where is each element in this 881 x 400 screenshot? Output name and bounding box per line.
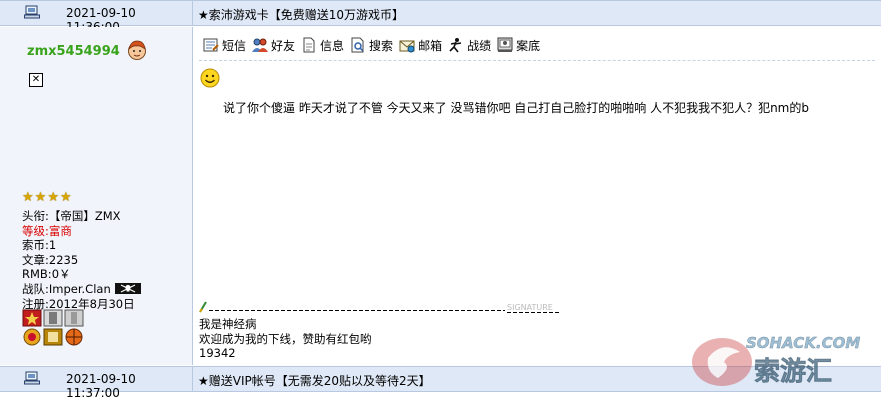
info-label: 战队: (22, 281, 49, 296)
info-value: 1 (48, 238, 57, 253)
signature-line: 19342 (199, 346, 236, 360)
info-team-row: 战队:Imper.Clan (22, 281, 142, 297)
rank-stars: ★ ★ ★ ★ (22, 191, 72, 205)
info-button[interactable]: 信息 (301, 36, 344, 54)
record-label: 战绩 (467, 38, 492, 53)
star-icon: ★ (59, 190, 72, 205)
watermark-text: SOHACK.COM (746, 334, 860, 352)
info-title-row: 头衔:【帝国】ZMX (22, 209, 141, 224)
user-toolbar: 短信 好友 信息 搜索 邮箱 战绩 案底 (203, 36, 540, 54)
info-rmb-row: RMB:0￥ (22, 267, 141, 282)
message-icon (203, 38, 219, 52)
pirate-flag-icon (115, 282, 142, 294)
info-coins-row: 索币:1 (22, 238, 141, 253)
post-title-link[interactable]: ★索沛游戏卡【免费赠送10万游戏币】 (198, 6, 404, 23)
signature-label: SIGNATURE (507, 303, 553, 312)
user-panel: zmx5454994 ✕ ★ ★ ★ ★ 头衔:【帝国】ZMX 等级:富商 索币… (0, 27, 193, 365)
smiley-icon (200, 68, 220, 88)
mail-button[interactable]: 邮箱 (399, 36, 442, 54)
friends-button[interactable]: 好友 (252, 36, 295, 54)
info-level-row: 等级:富商 (22, 224, 141, 239)
post-body: 短信 好友 信息 搜索 邮箱 战绩 案底 说了你个傻逼 昨天才说了不管 今天又来… (193, 27, 881, 365)
info-value: 富商 (48, 223, 72, 238)
username-link[interactable]: zmx5454994 (27, 44, 120, 59)
star-icon: ★ (34, 190, 47, 205)
archive-icon (497, 37, 513, 52)
info-value: 0￥ (51, 267, 71, 282)
search-button[interactable]: 搜索 (350, 36, 393, 54)
avatar-icon[interactable] (126, 39, 148, 61)
info-value: 2235 (48, 252, 79, 267)
friends-label: 好友 (271, 38, 296, 53)
signature-divider: SIGNATURE (199, 301, 559, 313)
signature-line: 我是神经病 (199, 317, 257, 331)
mail-label: 邮箱 (418, 38, 443, 53)
record-button[interactable]: 战绩 (448, 36, 491, 54)
post-title-link[interactable]: ★赠送VIP帐号【无需发20贴以及等待2天】 (198, 372, 431, 389)
info-label: 头衔: (22, 209, 49, 223)
friends-icon (252, 38, 269, 52)
toolbar-divider (199, 60, 875, 61)
post-content: 说了你个傻逼 昨天才说了不管 今天又来了 没骂错你吧 自己打自己脸打的啪啪响 人… (223, 101, 809, 115)
post-header-left: 2021-09-10 11:37:00 (0, 367, 193, 400)
star-icon: ★ (22, 190, 34, 205)
watermark-cn: 索游汇 (754, 357, 832, 387)
search-icon (351, 37, 364, 53)
info-label: 信息 (320, 38, 345, 53)
info-icon (303, 37, 315, 53)
info-value: 【帝国】ZMX (48, 209, 121, 223)
message-label: 短信 (222, 38, 247, 53)
user-info: 头衔:【帝国】ZMX 等级:富商 索币:1 文章:2235 RMB:0￥ 战队:… (22, 209, 142, 311)
record-icon (449, 38, 462, 53)
mail-icon (399, 40, 415, 53)
star-icon: ★ (47, 190, 59, 205)
post-header-row: 2021-09-10 11:36:00 ★索沛游戏卡【免费赠送10万游戏币】 (0, 0, 881, 34)
broken-image-icon: ✕ (29, 73, 43, 87)
info-label: 等级: (22, 223, 49, 238)
archive-label: 案底 (516, 38, 541, 53)
info-label: RMB: (22, 267, 52, 282)
search-label: 搜索 (369, 38, 394, 53)
info-label: 文章: (22, 252, 49, 267)
site-watermark-logo: SOHACK.COM 索游汇 (692, 334, 861, 387)
info-value[interactable]: Imper.Clan (49, 282, 111, 296)
info-label: 索币: (22, 238, 49, 253)
computer-icon (24, 5, 40, 19)
computer-icon (24, 371, 40, 385)
info-posts-row: 文章:2235 (22, 253, 141, 268)
archive-button[interactable]: 案底 (497, 36, 540, 54)
post-date: 2021-09-10 11:37:00 (66, 372, 136, 400)
signature-text: 我是神经病 欢迎成为我的下线，赞助有红包哟 19342 (199, 317, 372, 361)
message-button[interactable]: 短信 (203, 36, 246, 54)
medals-icon (22, 309, 84, 346)
post-header-left: 2021-09-10 11:36:00 (0, 1, 193, 34)
signature-line: 欢迎成为我的下线，赞助有红包哟 (199, 331, 372, 346)
